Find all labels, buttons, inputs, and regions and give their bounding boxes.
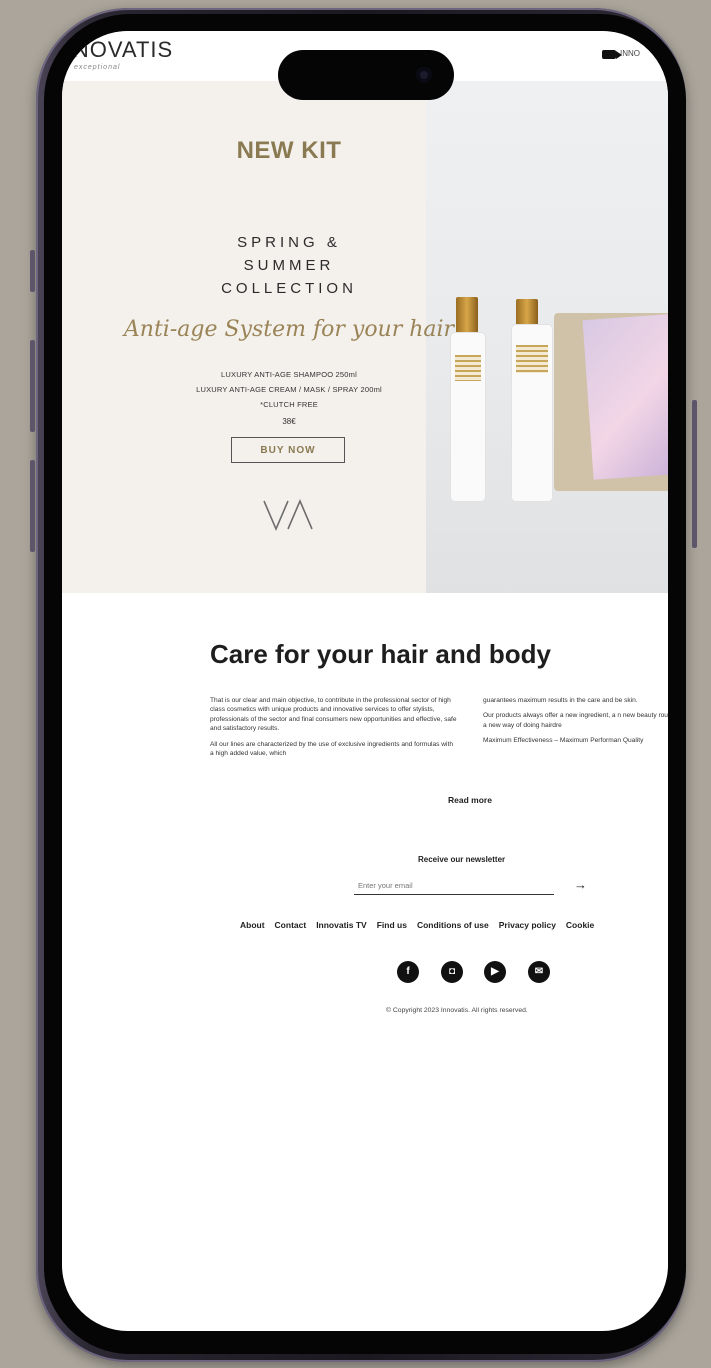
hero-banner: NEW KIT SPRING & SUMMER COLLECTION Anti-… [62, 81, 668, 593]
hero-subtitle: SPRING & SUMMER COLLECTION [62, 231, 516, 300]
facebook-icon[interactable]: f [397, 961, 419, 983]
youtube-icon[interactable]: ▶ [484, 961, 506, 983]
copyright-text: © Copyright 2023 Innovatis. All rights r… [386, 1007, 528, 1014]
footer-link-privacy[interactable]: Privacy policy [499, 920, 556, 930]
read-more-link[interactable]: Read more [448, 795, 492, 805]
paragraph: Our products always offer a new ingredie… [483, 712, 668, 729]
phone-power-button [692, 400, 697, 548]
pump-cap [516, 299, 538, 325]
product-line: LUXURY ANTI-AGE SHAMPOO 250ml [221, 370, 357, 379]
product-leaflet [582, 314, 668, 480]
instagram-icon[interactable]: ◘ [441, 961, 463, 983]
dynamic-island [278, 50, 454, 100]
site-logo[interactable]: NNOVATIS [62, 37, 173, 63]
footer-nav: About Contact Innovatis TV Find us Condi… [240, 920, 594, 930]
footer-link-contact[interactable]: Contact [275, 920, 307, 930]
footer-link-conditions[interactable]: Conditions of use [417, 920, 489, 930]
newsletter-email-input[interactable] [354, 876, 554, 895]
logo-tagline: exceptional [74, 64, 121, 71]
hero-subtitle-line: SUMMER [243, 257, 335, 274]
newsletter-submit-arrow-icon[interactable]: → [574, 876, 587, 894]
hero-subtitle-line: SPRING & [237, 234, 341, 251]
va-logo-icon [263, 498, 313, 532]
hero-price: 38€ [282, 417, 296, 426]
video-camera-icon[interactable] [602, 50, 622, 59]
phone-volume-up-button [30, 340, 35, 432]
footer-link-about[interactable]: About [240, 920, 265, 930]
phone-volume-down-button [30, 460, 35, 552]
intro-column-right: guarantees maximum results in the care a… [483, 696, 668, 752]
header-link[interactable]: INNO [620, 49, 640, 58]
hero-subtitle-line: COLLECTION [221, 280, 357, 297]
product-line: *CLUTCH FREE [260, 400, 318, 409]
camera-icon [416, 67, 432, 83]
paragraph: guarantees maximum results in the care a… [483, 697, 638, 704]
intro-column-left: That is our clear and main objective, to… [210, 696, 458, 764]
paragraph: Maximum Effectiveness – Maximum Performa… [483, 737, 644, 745]
hero-title: NEW KIT [236, 137, 342, 164]
buy-now-button[interactable]: BUY NOW [231, 437, 345, 463]
paragraph: All our lines are characterized by the u… [210, 740, 453, 758]
newsletter-label: Receive our newsletter [418, 855, 506, 864]
paragraph: That is our clear and main objective, to… [210, 697, 457, 733]
email-icon[interactable]: ✉ [528, 961, 550, 983]
footer-link-find-us[interactable]: Find us [377, 920, 407, 930]
footer-link-cookie[interactable]: Cookie [566, 920, 594, 930]
product-line: LUXURY ANTI-AGE CREAM / MASK / SPRAY 200… [196, 385, 382, 394]
section-title: Care for your hair and body [210, 639, 551, 669]
hero-script-tagline: Anti-age System for your hair [123, 317, 455, 342]
footer-link-innovatis-tv[interactable]: Innovatis TV [316, 920, 367, 930]
hero-product-list: LUXURY ANTI-AGE SHAMPOO 250ml LUXURY ANT… [62, 367, 516, 412]
phone-action-button [30, 250, 35, 292]
phone-screen: NNOVATIS exceptional INNO NEW KIT SPRING… [62, 31, 668, 1331]
product-bottle [512, 325, 552, 501]
